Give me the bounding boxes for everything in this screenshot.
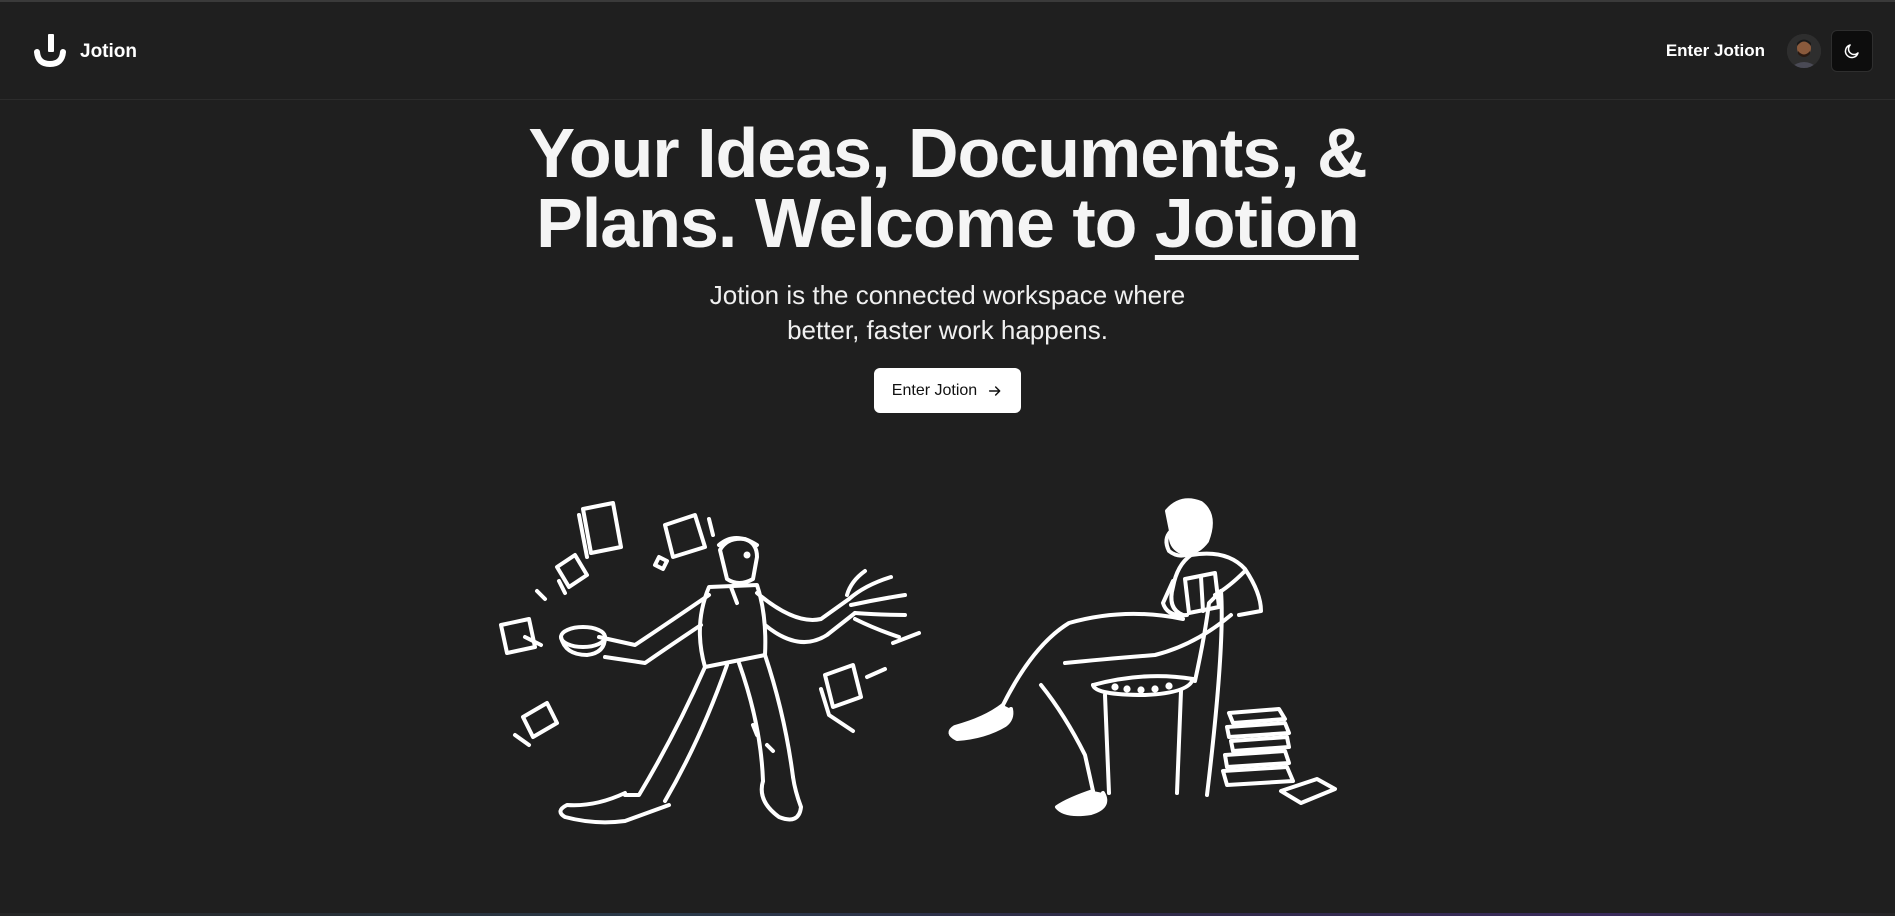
enter-jotion-link[interactable]: Enter Jotion [1666,41,1765,61]
cta-label: Enter Jotion [891,381,978,399]
navbar: Jotion Enter Jotion [0,2,1895,100]
hero-title-line2: Plans. Welcome to [536,184,1155,262]
hero-subtitle-line1: Jotion is the connected workspace where [709,280,1186,310]
arrow-right-icon [989,385,1001,396]
hero-subtitle: Jotion is the connected workspace where … [648,278,1248,348]
hero-title: Your Ideas, Documents, & Plans. Welcome … [0,118,1895,258]
man-throwing-papers-illustration [499,501,921,825]
logo-link[interactable]: Jotion [34,34,137,70]
hero-section: Your Ideas, Documents, & Plans. Welcome … [0,118,1895,413]
hero-title-line1: Your Ideas, Documents, & [528,114,1367,192]
logo-text: Jotion [80,41,137,62]
moon-icon [1844,44,1859,59]
avatar-icon [1787,34,1821,68]
jotion-logo-icon [34,34,66,68]
theme-toggle-button[interactable] [1831,30,1873,72]
enter-jotion-button[interactable]: Enter Jotion [873,368,1022,413]
hero-title-brand: Jotion [1154,184,1360,262]
woman-reading-in-chair-illustration [948,498,1337,817]
hero-subtitle-line2: better, faster work happens. [787,315,1108,345]
user-avatar[interactable] [1787,34,1821,68]
